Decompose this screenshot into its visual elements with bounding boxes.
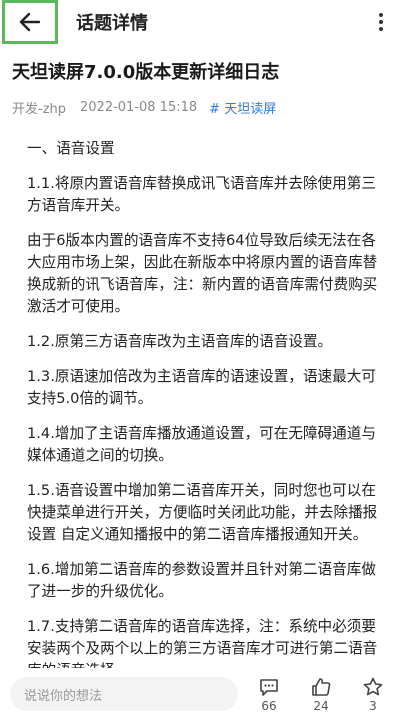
star-icon xyxy=(363,677,383,696)
paragraph: 1.6.增加第二语音库的参数设置并且针对第二语音库做了进一步的升级优化。 xyxy=(27,561,376,600)
favorite-button[interactable]: 3 xyxy=(353,676,393,713)
more-dot xyxy=(379,20,383,24)
paragraph: 一、语音设置 xyxy=(27,140,115,157)
post-date: 2022-01-08 15:18 xyxy=(80,100,198,115)
like-button[interactable]: 24 xyxy=(301,676,341,713)
paragraph: 由于6版本内置的语音库不支持64位导致后续无法在各大应用市场上架，因此在新版本中… xyxy=(27,232,378,315)
post-title: 天坦读屏7.0.0版本更新详细日志 xyxy=(12,62,280,83)
arrow-left-icon xyxy=(19,12,41,32)
paragraph: 1.3.原语速加倍改为主语音库的语速设置，语速最大可支持5.0倍的调节。 xyxy=(27,368,376,407)
more-dot xyxy=(379,27,383,31)
comment-input[interactable]: 说说你的想法 xyxy=(10,677,238,711)
page-title: 话题详情 xyxy=(76,13,148,34)
thumbs-up-icon xyxy=(312,678,331,696)
author-name[interactable]: 开发-zhp xyxy=(12,98,66,117)
like-count: 24 xyxy=(313,699,329,713)
paragraph: 1.5.语音设置中增加第二语音库开关，同时您也可以在快捷菜单进行开关，方便临时关… xyxy=(27,482,378,543)
comment-button[interactable]: 66 xyxy=(249,676,289,713)
comment-icon xyxy=(260,679,278,696)
more-options-button[interactable] xyxy=(371,10,391,34)
favorite-count: 3 xyxy=(369,699,377,713)
post-content: 一、语音设置 1.1.将原内置语音库替换成讯飞语音库并去除使用第三方语音库开关。… xyxy=(27,138,389,695)
post-meta: 开发-zhp 2022-01-08 15:18 # 天坦读屏 xyxy=(12,98,397,117)
topic-tag[interactable]: # 天坦读屏 xyxy=(209,98,276,117)
bottom-action-bar: 说说你的想法 xyxy=(0,668,405,720)
more-vertical-icon xyxy=(379,13,383,17)
paragraph: 1.2.原第三方语音库改为主语音库的语音设置。 xyxy=(27,333,333,350)
comment-count: 66 xyxy=(261,699,277,713)
paragraph: 1.4.增加了主语音库播放通道设置，可在无障碍通道与媒体通道之间的切换。 xyxy=(27,425,376,464)
back-button[interactable] xyxy=(2,0,58,44)
paragraph: 1.1.将原内置语音库替换成讯飞语音库并去除使用第三方语音库开关。 xyxy=(27,175,376,214)
top-app-bar: 话题详情 xyxy=(0,0,405,44)
